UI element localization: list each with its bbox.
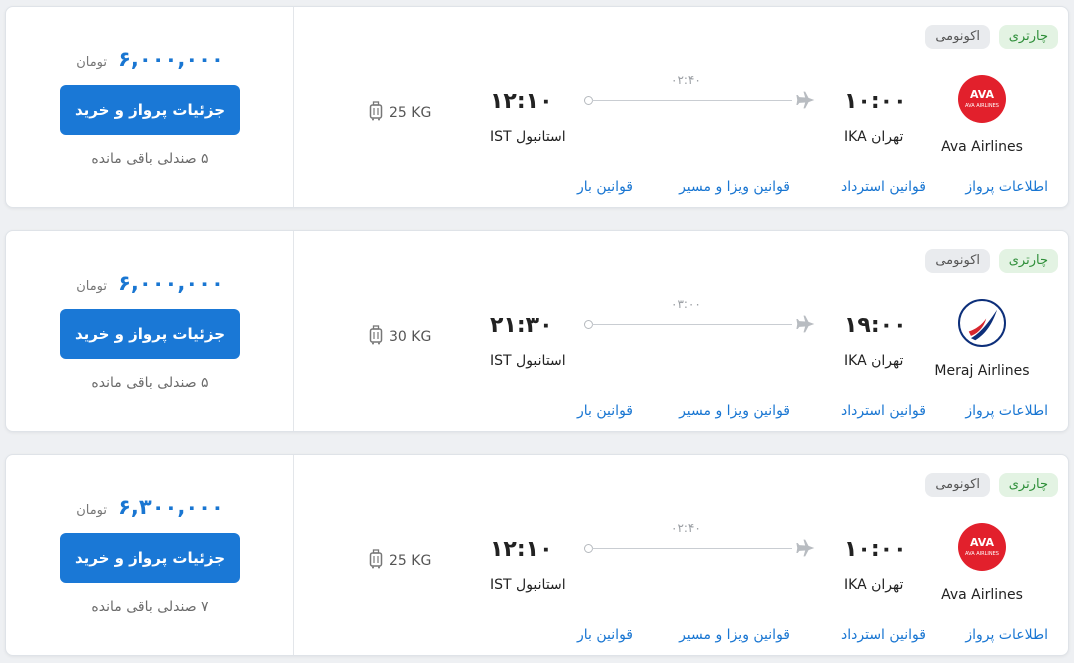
price: ۶,۰۰۰,۰۰۰ تومان	[6, 271, 294, 295]
details-and-buy-button[interactable]: جزئیات پرواز و خرید	[60, 309, 240, 359]
departure-time: ۱۰:۰۰	[844, 537, 907, 562]
departure-time: ۱۰:۰۰	[844, 89, 907, 114]
seats-remaining: ۵ صندلی باقی مانده	[91, 375, 209, 391]
arrival-time: ۱۲:۱۰	[490, 89, 553, 114]
cabin-class-badge: اکونومی	[925, 25, 990, 49]
price: ۶,۰۰۰,۰۰۰ تومان	[6, 47, 294, 71]
departure-city: تهران IKA	[844, 129, 904, 145]
refund-rules-link[interactable]: قوانین استرداد	[841, 179, 926, 195]
airline-name: Ava Airlines	[941, 139, 1023, 155]
luggage-icon	[369, 101, 383, 121]
route-divider	[592, 100, 792, 101]
airline-logo: AVA AVA AIRLINES	[958, 523, 1006, 571]
arrival-city: استانبول IST	[490, 577, 566, 593]
flight-duration: ۰۲:۴۰	[671, 521, 701, 535]
luggage-icon	[369, 325, 383, 345]
cabin-class-badge: اکونومی	[925, 249, 990, 273]
cabin-class-badge: اکونومی	[925, 473, 990, 497]
details-and-buy-button[interactable]: جزئیات پرواز و خرید	[60, 533, 240, 583]
price-panel: ۶,۳۰۰,۰۰۰ تومان جزئیات پرواز و خرید ۷ صن…	[6, 455, 294, 655]
flight-info-link[interactable]: اطلاعات پرواز	[965, 403, 1048, 419]
route-line	[584, 539, 815, 557]
route-divider	[592, 548, 792, 549]
baggage-rules-link[interactable]: قوانین بار	[577, 403, 633, 419]
flight-card: ۶,۰۰۰,۰۰۰ تومان جزئیات پرواز و خرید ۵ صن…	[5, 230, 1069, 432]
departure-city: تهران IKA	[844, 577, 904, 593]
arrival-time: ۲۱:۳۰	[490, 313, 553, 338]
svg-text:AVA: AVA	[970, 88, 995, 101]
airline-name: Ava Airlines	[941, 587, 1023, 603]
refund-rules-link[interactable]: قوانین استرداد	[841, 403, 926, 419]
currency-label: تومان	[76, 503, 108, 518]
refund-rules-link[interactable]: قوانین استرداد	[841, 627, 926, 643]
plane-icon	[796, 91, 815, 109]
price-amount: ۶,۰۰۰,۰۰۰	[118, 271, 224, 295]
baggage-rules-link[interactable]: قوانین بار	[577, 627, 633, 643]
flight-card: ۶,۰۰۰,۰۰۰ تومان جزئیات پرواز و خرید ۵ صن…	[5, 6, 1069, 208]
svg-text:AVA AIRLINES: AVA AIRLINES	[965, 103, 999, 109]
plane-icon	[796, 315, 815, 333]
flight-info-link[interactable]: اطلاعات پرواز	[965, 179, 1048, 195]
route-line	[584, 315, 815, 333]
baggage-allowance: 30 KG	[369, 325, 431, 345]
price: ۶,۳۰۰,۰۰۰ تومان	[6, 495, 294, 519]
route-divider	[592, 324, 792, 325]
charter-badge: چارتری	[998, 249, 1058, 273]
departure-city: تهران IKA	[844, 353, 904, 369]
flight-card: ۶,۳۰۰,۰۰۰ تومان جزئیات پرواز و خرید ۷ صن…	[5, 454, 1069, 656]
price-panel: ۶,۰۰۰,۰۰۰ تومان جزئیات پرواز و خرید ۵ صن…	[6, 231, 294, 431]
visa-rules-link[interactable]: قوانین ویزا و مسیر	[679, 179, 790, 195]
arrival-city: استانبول IST	[490, 353, 566, 369]
departure-time: ۱۹:۰۰	[844, 313, 907, 338]
arrival-city: استانبول IST	[490, 129, 566, 145]
baggage-weight: 25 KG	[389, 105, 432, 121]
arrival-time: ۱۲:۱۰	[490, 537, 553, 562]
baggage-rules-link[interactable]: قوانین بار	[577, 179, 633, 195]
price-amount: ۶,۰۰۰,۰۰۰	[118, 47, 224, 71]
baggage-weight: 30 KG	[389, 329, 432, 345]
plane-icon	[796, 539, 815, 557]
flight-duration: ۰۲:۴۰	[671, 73, 701, 87]
charter-badge: چارتری	[998, 473, 1058, 497]
seats-remaining: ۷ صندلی باقی مانده	[91, 599, 209, 615]
flight-duration: ۰۳:۰۰	[671, 297, 701, 311]
airline-logo: AVA AVA AIRLINES	[958, 75, 1006, 123]
price-panel: ۶,۰۰۰,۰۰۰ تومان جزئیات پرواز و خرید ۵ صن…	[6, 7, 294, 207]
airline-name: Meraj Airlines	[934, 363, 1030, 379]
svg-text:AVA AIRLINES: AVA AIRLINES	[965, 551, 999, 557]
visa-rules-link[interactable]: قوانین ویزا و مسیر	[679, 403, 790, 419]
currency-label: تومان	[76, 55, 108, 70]
airline-logo	[958, 299, 1006, 347]
charter-badge: چارتری	[998, 25, 1058, 49]
visa-rules-link[interactable]: قوانین ویزا و مسیر	[679, 627, 790, 643]
details-and-buy-button[interactable]: جزئیات پرواز و خرید	[60, 85, 240, 135]
baggage-weight: 25 KG	[389, 553, 432, 569]
luggage-icon	[369, 549, 383, 569]
seats-remaining: ۵ صندلی باقی مانده	[91, 151, 209, 167]
baggage-allowance: 25 KG	[369, 549, 431, 569]
flight-info-link[interactable]: اطلاعات پرواز	[965, 627, 1048, 643]
svg-text:AVA: AVA	[970, 536, 995, 549]
price-amount: ۶,۳۰۰,۰۰۰	[118, 495, 224, 519]
route-line	[584, 91, 815, 109]
baggage-allowance: 25 KG	[369, 101, 431, 121]
currency-label: تومان	[76, 279, 108, 294]
